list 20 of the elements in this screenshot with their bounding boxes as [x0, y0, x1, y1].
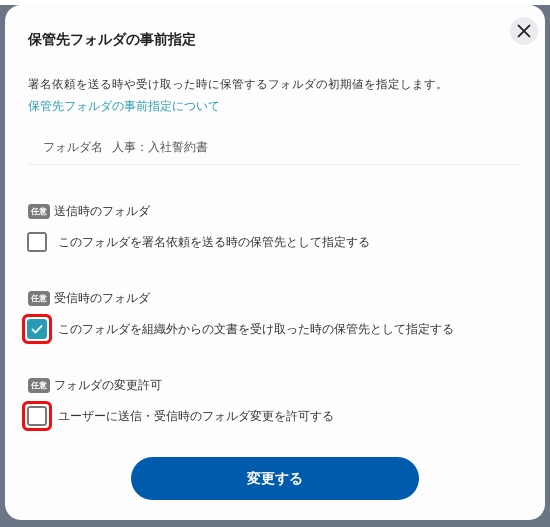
checkbox[interactable] [27, 406, 47, 426]
close-icon [517, 24, 531, 38]
description-text: 署名依頼を送る時や受け取った時に保管するフォルダの初期値を指定します。 [28, 77, 449, 92]
close-button[interactable] [510, 17, 538, 45]
checkbox-label: このフォルダを署名依頼を送る時の保管先として指定する [58, 234, 370, 250]
checkbox[interactable] [27, 319, 47, 339]
section-heading: 送信時のフォルダ [54, 203, 150, 220]
checkbox-label: このフォルダを組織外からの文書を受け取った時の保管先として指定する [58, 320, 454, 338]
checkbox[interactable] [27, 232, 47, 252]
section-heading: フォルダの変更許可 [54, 377, 162, 394]
check-icon [31, 324, 43, 334]
dialog-title: 保管先フォルダの事前指定 [28, 31, 197, 49]
checkbox-label: ユーザーに送信・受信時のフォルダ変更を許可する [58, 408, 334, 424]
section-heading: 受信時のフォルダ [54, 290, 150, 307]
optional-badge: 任意 [28, 204, 50, 219]
field-value: 人事：入社誓約書 [112, 139, 208, 156]
submit-button[interactable]: 変更する [131, 457, 419, 500]
optional-badge: 任意 [28, 291, 50, 306]
field-label: フォルダ名 [43, 139, 103, 156]
optional-badge: 任意 [28, 378, 50, 393]
